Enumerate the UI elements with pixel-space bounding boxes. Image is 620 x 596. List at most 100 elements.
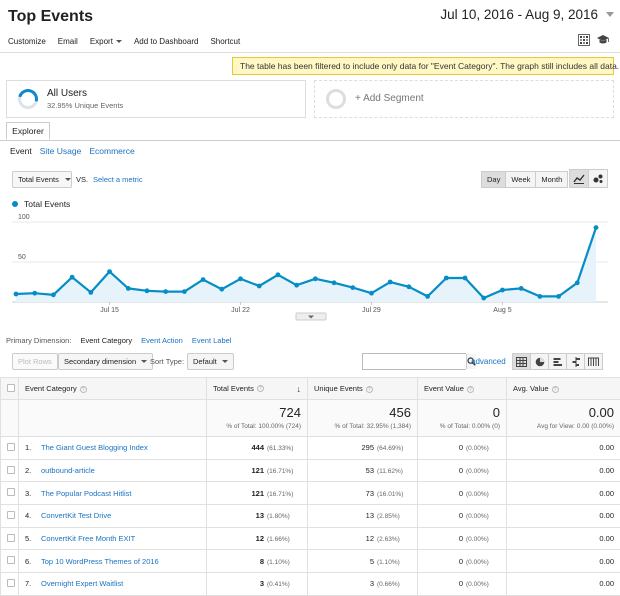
totals-row: 724% of Total: 100.00% (724) 456% of Tot…: [1, 400, 620, 437]
event-category-link[interactable]: ConvertKit Test Drive: [41, 511, 111, 520]
avg-value-total-sub: Avg for View: 0.00 (0.00%): [513, 423, 614, 430]
comparison-view-button[interactable]: [566, 353, 585, 370]
month-button[interactable]: Month: [535, 171, 568, 188]
advanced-link[interactable]: advanced: [471, 357, 506, 366]
avg-value-cell: 0.00: [507, 550, 620, 573]
total-events-cell: 444(61.33%): [207, 437, 308, 460]
data-point: [481, 296, 486, 301]
unique-events-total: 456: [314, 405, 411, 420]
primary-dimension-current: Event Category: [80, 336, 132, 345]
event-category-link[interactable]: The Popular Podcast Hitlist: [41, 489, 131, 498]
unique-events-value: 73: [366, 489, 374, 498]
motion-chart-button[interactable]: [588, 169, 608, 188]
avg-value-value: 0.00: [599, 534, 614, 543]
search-input[interactable]: [363, 354, 466, 369]
event-value-value: 0: [459, 511, 463, 520]
event-value-pct: (0.00%): [466, 445, 500, 452]
event-category-link[interactable]: outbound-article: [41, 466, 95, 475]
header-event-category[interactable]: Event Category?: [19, 378, 207, 400]
data-point: [276, 272, 281, 277]
row-checkbox[interactable]: [7, 443, 15, 451]
customize-button[interactable]: Customize: [8, 37, 46, 46]
avg-value-value: 0.00: [599, 466, 614, 475]
total-events-value: 121: [251, 489, 264, 498]
bar-chart-icon: [553, 357, 563, 367]
header-avg-value[interactable]: Avg. Value?: [507, 378, 620, 400]
line-chart-button[interactable]: [569, 169, 589, 188]
avg-value-value: 0.00: [599, 511, 614, 520]
data-point: [294, 283, 299, 288]
event-value-pct: (0.00%): [466, 581, 500, 588]
segment-subtitle: 32.95% Unique Events: [47, 101, 123, 110]
unique-events-value: 3: [370, 579, 374, 588]
avg-value-cell: 0.00: [507, 459, 620, 482]
filter-notice: The table has been filtered to include o…: [232, 57, 614, 75]
subtab-ecommerce[interactable]: Ecommerce: [89, 146, 134, 156]
total-events-pct: (16.71%): [267, 491, 301, 498]
bar-view-button[interactable]: [548, 353, 567, 370]
event-category-link[interactable]: Overnight Expert Waitlist: [41, 579, 123, 588]
select-all-checkbox[interactable]: [7, 384, 15, 392]
help-icon: ?: [552, 386, 559, 393]
tab-explorer[interactable]: Explorer: [6, 122, 50, 140]
avg-value-cell: 0.00: [507, 527, 620, 550]
pivot-view-button[interactable]: [584, 353, 603, 370]
row-checkbox[interactable]: [7, 488, 15, 496]
email-button[interactable]: Email: [58, 37, 78, 46]
day-button[interactable]: Day: [481, 171, 506, 188]
event-category-link[interactable]: Top 10 WordPress Themes of 2016: [41, 557, 159, 566]
event-value-value: 0: [459, 534, 463, 543]
select-metric-link[interactable]: Select a metric: [93, 175, 143, 184]
add-to-dashboard-button[interactable]: Add to Dashboard: [134, 37, 199, 46]
row-checkbox[interactable]: [7, 511, 15, 519]
row-checkbox[interactable]: [7, 556, 15, 564]
add-segment-box[interactable]: + Add Segment: [314, 80, 614, 118]
shortcut-button[interactable]: Shortcut: [210, 37, 240, 46]
week-button[interactable]: Week: [505, 171, 536, 188]
unique-events-cell: 53(11.62%): [308, 459, 418, 482]
avg-value-cell: 0.00: [507, 437, 620, 460]
event-category-link[interactable]: ConvertKit Free Month EXIT: [41, 534, 135, 543]
dimension-option-event-action[interactable]: Event Action: [141, 336, 183, 345]
row-checkbox[interactable]: [7, 579, 15, 587]
secondary-dimension-select[interactable]: Secondary dimension: [58, 353, 153, 370]
event-category-link[interactable]: The Giant Guest Blogging Index: [41, 443, 148, 452]
sampling-icon[interactable]: [578, 34, 590, 48]
date-range-picker[interactable]: Jul 10, 2016 - Aug 9, 2016: [440, 4, 614, 24]
sort-type-select[interactable]: Default: [187, 353, 234, 370]
subtab-event[interactable]: Event: [10, 146, 32, 156]
export-button[interactable]: Export: [90, 37, 122, 46]
pie-view-button[interactable]: [530, 353, 549, 370]
segment-all-users[interactable]: All Users 32.95% Unique Events: [6, 80, 306, 118]
total-events-cell: 121(16.71%): [207, 459, 308, 482]
unique-events-value: 5: [370, 557, 374, 566]
row-checkbox[interactable]: [7, 534, 15, 542]
table-header-row: Event Category? Total Events?↓ Unique Ev…: [1, 378, 620, 400]
data-point: [313, 276, 318, 281]
row-checkbox[interactable]: [7, 466, 15, 474]
unique-events-pct: (64.69%): [377, 445, 411, 452]
row-index: 4.: [25, 511, 41, 520]
event-value-pct: (0.00%): [466, 468, 500, 475]
secondary-dimension-label: Secondary dimension: [64, 357, 136, 366]
subtab-site-usage[interactable]: Site Usage: [40, 146, 82, 156]
unique-events-pct: (16.01%): [377, 491, 411, 498]
event-value-cell: 0(0.00%): [418, 459, 507, 482]
metric-select[interactable]: Total Events: [12, 171, 72, 188]
graduation-cap-icon[interactable]: [596, 34, 610, 48]
total-events-value: 3: [260, 579, 264, 588]
sort-type-label: Sort Type:: [150, 357, 184, 366]
sort-desc-icon: ↓: [297, 384, 302, 394]
avg-value-cell: 0.00: [507, 482, 620, 505]
total-events-pct: (16.71%): [267, 468, 301, 475]
dimension-option-event-label[interactable]: Event Label: [192, 336, 232, 345]
x-tick-label: Jul 22: [231, 307, 250, 314]
table-view-button[interactable]: [512, 353, 531, 370]
series-area: [16, 228, 596, 302]
add-segment-label: + Add Segment: [355, 93, 424, 104]
header-event-value[interactable]: Event Value?: [418, 378, 507, 400]
total-events-cell: 8(1.10%): [207, 550, 308, 573]
header-total-events[interactable]: Total Events?↓: [207, 378, 308, 400]
plot-rows-button[interactable]: Plot Rows: [12, 353, 58, 370]
header-unique-events[interactable]: Unique Events?: [308, 378, 418, 400]
